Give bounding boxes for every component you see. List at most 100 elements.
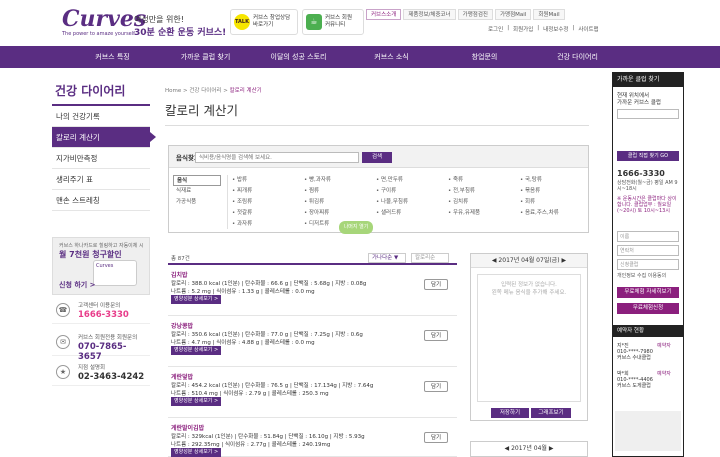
food-type-item[interactable]: • 찜류 [304, 186, 376, 197]
food-type-item[interactable]: • 우유,유제품 [448, 208, 520, 219]
reservation-badge: 예약자 [657, 371, 671, 377]
separator: | [537, 25, 540, 31]
sidebar-item-stretching[interactable]: 맨손 스트레칭 [52, 190, 150, 211]
tagline-1: 여성만을 위한! [134, 15, 184, 24]
sitemap-link[interactable]: 사이트맵 [578, 25, 598, 33]
contact-label: 지점 설명회 [78, 365, 106, 371]
food-type-item[interactable]: • 음료,주스,차류 [520, 208, 585, 219]
sidebar-item-health-record[interactable]: 나의 건강기록 [52, 106, 150, 127]
nav-success-story[interactable]: 이달의 성공 스토리 [252, 46, 345, 68]
breadcrumb-health-diary[interactable]: 건강 다이어리 [189, 88, 221, 94]
food-type-item[interactable]: • 찌개류 [232, 186, 304, 197]
food-type-item[interactable]: • 과자류 [232, 219, 304, 229]
banner-apply-button[interactable]: 신청 하기 > [59, 280, 96, 290]
signup-link[interactable]: 회원가입 [513, 25, 533, 33]
cafe-link-label: 커브스 회원 커뮤니티 [325, 15, 353, 28]
hana-card-banner-2[interactable] [615, 411, 681, 451]
contact-number: 070-7865-3657 [78, 342, 127, 362]
club-notice: ※ 운동시간은 클럽마다 상이합니다. 클럽업무 : 월요일(~20시) 토 1… [617, 196, 677, 214]
nav-health-diary[interactable]: 건강 다이어리 [531, 46, 624, 68]
result-item: 강낭콩밥 칼로리 : 350.6 kcal (1인분) | 탄수화물 : 77.… [168, 318, 457, 367]
date-navigator[interactable]: ◀ 2017년 04월 07일(금) ▶ [471, 254, 587, 268]
more-open-tab[interactable]: 나머지 열기 [339, 221, 373, 234]
top-link-about[interactable]: 커브스소개 [366, 9, 402, 20]
category-ingredients[interactable]: 식재료 [173, 186, 221, 197]
sidebar-item-cycle[interactable]: 생리주기 표 [52, 169, 150, 190]
food-type-item[interactable]: • 밥류 [232, 175, 304, 186]
branch-field[interactable]: 신청클럽 [617, 259, 679, 270]
club-go-button[interactable]: 클럽 직접 찾기 GO [617, 151, 679, 161]
food-type-item[interactable]: • 빵,과자류 [304, 175, 376, 186]
food-type-item[interactable]: • 국,탕류 [520, 175, 585, 186]
result-item: 게란덮밥 칼로리 : 454.2 kcal (1인분) | 탄수화물 : 76.… [168, 369, 457, 418]
food-nutrition-1: 칼로리 : 454.2 kcal (1인분) | 탄수화물 : 76.5 g |… [171, 383, 374, 389]
free-trial-apply-button[interactable]: 무료체험신청 [617, 303, 679, 314]
results-header: 총 87건 가나다순 ▼ 칼로리순 [168, 253, 457, 265]
sort-calorie[interactable]: 칼로리순 [411, 253, 449, 263]
kakao-link[interactable]: TALK 커브스 창업상담 바로가기 [230, 9, 298, 35]
result-count: 총 87건 [171, 256, 190, 262]
nav-find-club[interactable]: 가까운 클럽 찾기 [159, 46, 252, 68]
phone-field[interactable]: 연락처 [617, 245, 679, 256]
contact-customer-center: ☎ 고객센터 이용문의 1666-3330 [52, 298, 150, 324]
top-link-products[interactable]: 제품정보/체중코너 [403, 9, 456, 20]
header: Curves The power to amaze yourself. 여성만을… [0, 0, 720, 44]
category-processed[interactable]: 가공식품 [173, 197, 221, 208]
food-type-item [376, 219, 448, 229]
food-type-item[interactable]: • 회류 [520, 197, 585, 208]
nutrition-detail-button[interactable]: 영양성분 상세보기 > [171, 295, 222, 304]
top-link-member-mail[interactable]: 회원Mail [533, 9, 565, 20]
sidebar-item-calorie-calculator[interactable]: 칼로리 계산기 [52, 127, 156, 148]
food-type-item[interactable]: • 볶음류 [520, 186, 585, 197]
reservation-entry: 지*진 010-****-7980 커브스 수내클럽 [617, 343, 653, 361]
contact-member: ✉ 커브스 회원전용 회원문의 070-7865-3657 [52, 330, 150, 362]
food-type-item[interactable]: • 튀김류 [304, 197, 376, 208]
page-title: 칼로리 계산기 [165, 103, 238, 118]
top-link-franchise[interactable]: 가맹점검진 [457, 9, 493, 20]
nav-news[interactable]: 커브스 소식 [345, 46, 438, 68]
nutrition-detail-button[interactable]: 영양성분 상세보기 > [171, 346, 222, 355]
cafe-link[interactable]: ☕ 커브스 회원 커뮤니티 [302, 9, 364, 35]
search-button[interactable]: 검색 [362, 152, 392, 163]
edit-profile-link[interactable]: 내정보수정 [543, 25, 568, 33]
category-food[interactable]: 음식 [173, 175, 221, 186]
food-type-item[interactable]: • 젓갈류 [232, 208, 304, 219]
nav-franchise[interactable]: 창업문의 [438, 46, 531, 68]
graph-button[interactable]: 그래프보기 [531, 408, 571, 418]
add-food-button[interactable]: 담기 [424, 381, 448, 392]
login-link[interactable]: 로그인 [488, 25, 503, 33]
free-trial-detail-button[interactable]: 무료체험 자세히보기 [617, 287, 679, 298]
breadcrumb-home[interactable]: Home [165, 88, 181, 94]
nutrition-detail-button[interactable]: 영양성분 상세보기 > [171, 448, 222, 457]
card-image: Curves [93, 260, 137, 286]
sidebar-item-obesity[interactable]: 지가비만측정 [52, 148, 150, 169]
food-type-item[interactable]: • 샐러드류 [376, 208, 448, 219]
food-type-item[interactable]: • 구이류 [376, 186, 448, 197]
privacy-agree[interactable]: 개인정보 수집 이용동의 [617, 273, 681, 279]
save-button[interactable]: 저장하기 [491, 408, 529, 418]
add-food-button[interactable]: 담기 [424, 330, 448, 341]
food-nutrition-1: 칼로리 : 350.6 kcal (1인분) | 탄수화물 : 77.0 g |… [171, 332, 363, 338]
nav-features[interactable]: 커브스 특징 [66, 46, 159, 68]
add-food-button[interactable]: 담기 [424, 279, 448, 290]
name-field[interactable]: 이름 [617, 231, 679, 242]
sort-alphabetical[interactable]: 가나다순 ▼ [368, 253, 406, 263]
result-item: 김치밥 칼로리 : 388.0 kcal (1인분) | 탄수화물 : 66.6… [168, 267, 457, 316]
club-finder-map[interactable] [617, 109, 679, 119]
reservation-status-title: 예약자 현황 [613, 325, 683, 337]
food-type-item[interactable]: • 김치류 [448, 197, 520, 208]
food-type-item[interactable]: • 죽류 [448, 175, 520, 186]
top-link-franchise-mail[interactable]: 가맹점Mail [494, 9, 532, 20]
food-type-item[interactable]: • 전,부침류 [448, 186, 520, 197]
reservation-entry: 박*희 010-****-4406 커브스 도게클럽 [617, 371, 653, 389]
food-type-item[interactable]: • 장아찌류 [304, 208, 376, 219]
food-type-item[interactable]: • 나물,무침류 [376, 197, 448, 208]
food-type-item[interactable]: • 조림류 [232, 197, 304, 208]
add-food-button[interactable]: 담기 [424, 432, 448, 443]
food-type-item[interactable]: • 면,만두류 [376, 175, 448, 186]
hana-card-banner[interactable]: 커브스 하나카드로 힐링하고 자동이체 시 월 7천원 청구할인 Curves … [52, 237, 150, 295]
search-input[interactable] [195, 152, 359, 163]
month-navigator[interactable]: ◀ 2017년 04월 ▶ [470, 441, 588, 457]
food-type-item [520, 219, 585, 229]
nutrition-detail-button[interactable]: 영양성분 상세보기 > [171, 397, 222, 406]
